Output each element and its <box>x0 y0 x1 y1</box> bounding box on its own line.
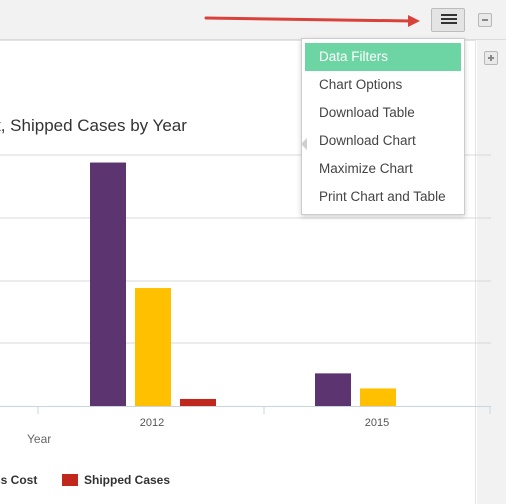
bar-2015-series-0[interactable] <box>315 373 351 406</box>
legend-item-cost[interactable]: ss Cost <box>0 470 37 490</box>
menu-list: Data Filters Chart Options Download Table D… <box>302 43 464 211</box>
caret-icon <box>301 138 307 150</box>
x-tick-label: 2012 <box>140 417 164 429</box>
menu-item-download-chart[interactable]: Download Chart <box>305 127 461 155</box>
menu-item-maximize-chart[interactable]: Maximize Chart <box>305 155 461 183</box>
x-tick-label: 2015 <box>365 417 389 429</box>
legend-swatch <box>62 474 78 486</box>
bar-2012-series-0[interactable] <box>90 162 126 406</box>
bar-2015-series-1[interactable] <box>360 388 396 406</box>
menu-item-chart-options[interactable]: Chart Options <box>305 71 461 99</box>
bar-2012-series-2[interactable] <box>180 398 216 406</box>
bar-2012-series-1[interactable] <box>135 288 171 406</box>
legend-label: ss Cost <box>0 473 38 487</box>
x-axis-title: Year <box>27 432 52 446</box>
menu-item-print-chart-and-table[interactable]: Print Chart and Table <box>305 183 461 211</box>
chart-options-dropdown: Data Filters Chart Options Download Table D… <box>301 38 465 215</box>
legend-item-shipped-cases[interactable]: Shipped Cases <box>62 470 182 490</box>
menu-item-download-table[interactable]: Download Table <box>305 99 461 127</box>
menu-item-data-filters[interactable]: Data Filters <box>305 43 461 71</box>
legend-label: Shipped Cases <box>84 473 171 487</box>
